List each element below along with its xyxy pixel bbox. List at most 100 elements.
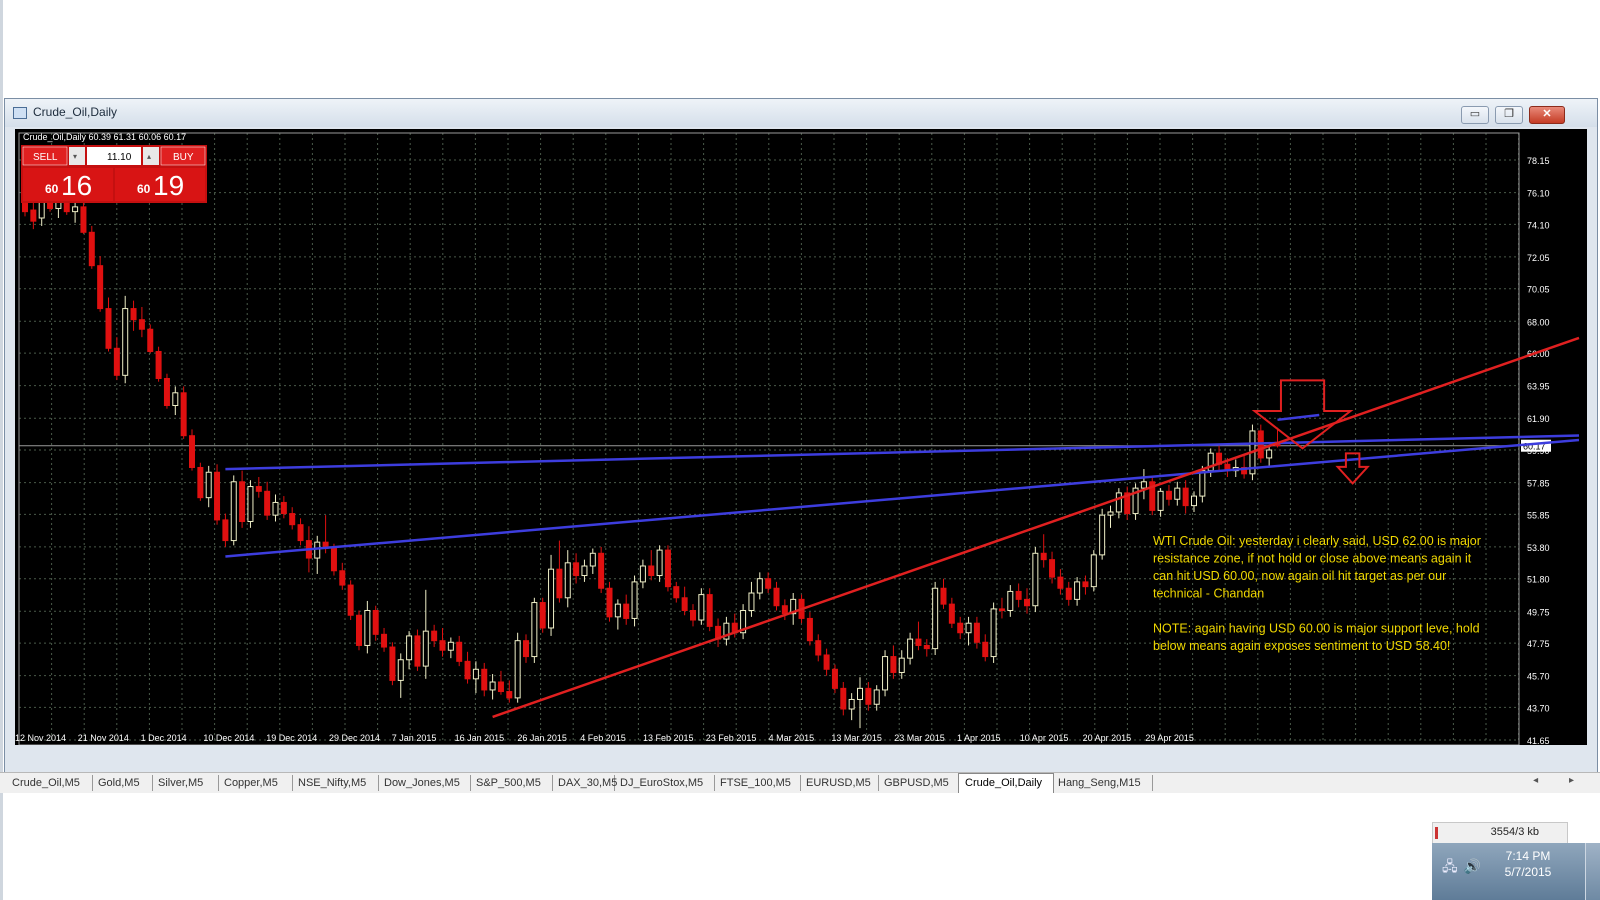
candle-body [1165, 490, 1172, 500]
tab-dj-eurostox-m5[interactable]: DJ_EuroStox,M5 [614, 775, 715, 791]
annotation-line: technical - Chandan [1153, 587, 1264, 601]
candle-body [1057, 576, 1064, 589]
candle-body [397, 659, 404, 681]
candle-body [264, 490, 271, 516]
y-tick-label: 41.65 [1527, 736, 1550, 745]
buy-button-label: BUY [173, 152, 194, 163]
candle-body [1040, 552, 1047, 561]
chevron-up-icon: ▴ [147, 152, 151, 161]
clock-date[interactable]: 5/7/2015 [1498, 865, 1558, 879]
candle-body [606, 587, 613, 618]
candle-body [765, 578, 772, 589]
candle-body [88, 231, 95, 267]
tab-dax-30-m5[interactable]: DAX_30,M5 [552, 775, 617, 791]
show-desktop-button[interactable] [1585, 843, 1600, 900]
candle-body [113, 347, 120, 376]
x-tick-label: 4 Feb 2015 [580, 733, 626, 743]
candle-body [840, 687, 847, 710]
tab-copper-m5[interactable]: Copper,M5 [218, 775, 293, 791]
price-chart[interactable]: 78.1576.1074.1072.0570.0568.0066.0063.95… [15, 129, 1587, 745]
close-button[interactable]: ✕ [1529, 106, 1565, 124]
candle-body [138, 319, 145, 330]
candle-body [130, 308, 137, 321]
candle-body [673, 586, 680, 599]
candle-body [364, 609, 371, 646]
desktop-edge [0, 0, 3, 900]
candle-body [831, 668, 838, 689]
tab-ftse-100-m5[interactable]: FTSE_100,M5 [714, 775, 801, 791]
chevron-down-icon: ▾ [73, 152, 77, 161]
candle-body [222, 519, 229, 542]
candle-body [706, 594, 713, 627]
minimize-button[interactable]: ▭ [1461, 106, 1489, 124]
candle-body [589, 552, 596, 567]
tab-nse-nifty-m5[interactable]: NSE_Nifty,M5 [292, 775, 379, 791]
y-tick-label: 49.75 [1527, 607, 1550, 617]
x-tick-label: 13 Feb 2015 [643, 733, 694, 743]
window-titlebar[interactable]: Crude_Oil,Daily ▭ ❐ ✕ [5, 99, 1597, 127]
volume-value: 11.10 [107, 152, 132, 163]
candle-body [497, 681, 504, 693]
candle-body [548, 568, 555, 629]
candle-body [431, 630, 438, 642]
y-tick-label: 45.70 [1527, 672, 1550, 682]
candle-body [289, 513, 296, 526]
candle-body [22, 201, 28, 213]
candle-body [1107, 511, 1114, 516]
candle-body [147, 328, 154, 352]
y-tick-label: 76.10 [1527, 189, 1550, 199]
tab-crude-oil-daily[interactable]: Crude_Oil,Daily [958, 773, 1054, 793]
candle-body [539, 602, 546, 629]
tab-hang-seng-m15[interactable]: Hang_Seng,M15 [1052, 775, 1153, 791]
x-tick-label: 23 Mar 2015 [894, 733, 945, 743]
candle-body [898, 657, 905, 673]
clock-time[interactable]: 7:14 PM [1498, 849, 1558, 863]
chart-window-icon [13, 107, 27, 119]
x-tick-label: 10 Dec 2014 [203, 733, 254, 743]
x-tick-label: 16 Jan 2015 [455, 733, 505, 743]
candle-body [848, 698, 855, 710]
maximize-button[interactable]: ❐ [1495, 106, 1523, 124]
candle-body [1140, 481, 1147, 489]
x-tick-label: 7 Jan 2015 [392, 733, 437, 743]
candle-body [581, 565, 588, 577]
y-tick-label: 63.95 [1527, 382, 1550, 392]
candle-body [1090, 554, 1097, 588]
candle-body [272, 501, 279, 516]
tab-crude-oil-m5[interactable]: Crude_Oil,M5 [6, 775, 93, 791]
tab-eurusd-m5[interactable]: EURUSD,M5 [800, 775, 879, 791]
y-tick-label: 61.90 [1527, 414, 1550, 424]
candle-body [957, 622, 964, 634]
candle-body [932, 587, 939, 650]
sell-price-big: 60 [45, 182, 59, 196]
candle-body [556, 568, 563, 599]
candle-body [339, 570, 346, 586]
tab-scroll-arrows[interactable]: ◂ ▸ [1533, 775, 1588, 786]
candle-body [1174, 487, 1181, 500]
candle-body [122, 308, 129, 376]
tab-dow-jones-m5[interactable]: Dow_Jones,M5 [378, 775, 471, 791]
y-tick-label: 51.80 [1527, 575, 1550, 585]
tab-gbpusd-m5[interactable]: GBPUSD,M5 [878, 775, 959, 791]
annotation-line: NOTE: again having USD 60.00 is major su… [1153, 622, 1480, 636]
tab-silver-m5[interactable]: Silver,M5 [152, 775, 219, 791]
chart-tab-bar: Crude_Oil,M5 Gold,M5 Silver,M5 Copper,M5 NSE… [0, 772, 1600, 793]
y-tick-label: 78.15 [1527, 156, 1550, 166]
candle-body [781, 605, 788, 615]
buy-price-big: 60 [137, 182, 151, 196]
chart-window: Crude_Oil,Daily ▭ ❐ ✕ 78.15 76.10 74.10 72.… [4, 98, 1598, 778]
candle-body [690, 609, 696, 621]
x-tick-label: 12 Nov 2014 [15, 733, 66, 743]
candle-body [873, 689, 880, 705]
x-tick-label: 19 Dec 2014 [266, 733, 317, 743]
candle-body [314, 541, 321, 559]
candle-body [523, 640, 529, 658]
tab-s-p-500-m5[interactable]: S&P_500,M5 [470, 775, 553, 791]
annotation-line: WTI Crude Oil: yesterday i clearly said,… [1153, 534, 1481, 548]
tray-icons[interactable]: 🖧🔊 [1442, 856, 1487, 880]
candle-body [214, 471, 221, 521]
candle-body [30, 209, 37, 222]
candle-body [973, 622, 980, 643]
candle-body [372, 609, 379, 635]
tab-gold-m5[interactable]: Gold,M5 [92, 775, 153, 791]
